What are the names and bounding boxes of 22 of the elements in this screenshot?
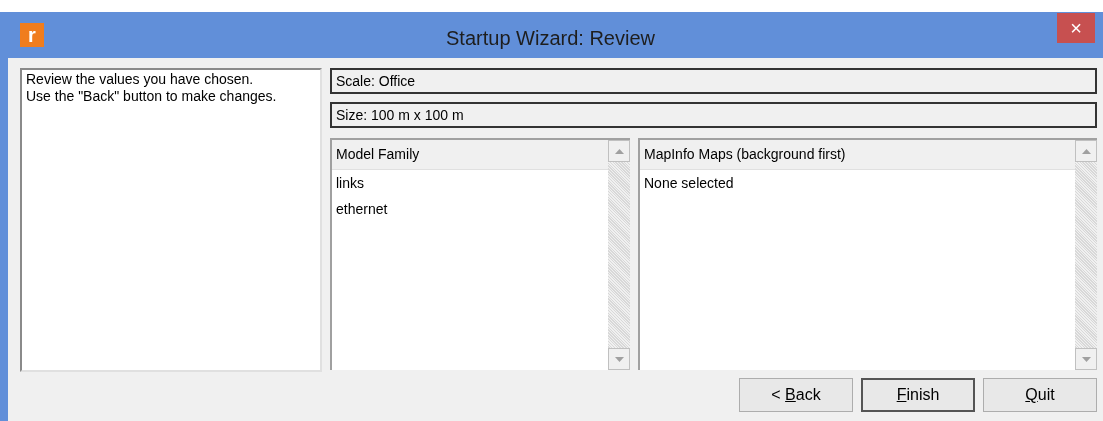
dialog-button[interactable]: < Back (739, 378, 853, 412)
list-item[interactable]: ethernet (332, 196, 608, 222)
scroll-down-icon (1081, 356, 1091, 362)
instructions-text: Review the values you have chosen. Use the "Back" button to make changes. (26, 71, 278, 105)
scrollbar[interactable] (608, 140, 630, 370)
scroll-down-icon (614, 356, 624, 362)
list-item[interactable]: links (332, 170, 608, 196)
list-item[interactable]: None selected (640, 170, 1075, 196)
window-title: Startup Wizard: Review (445, 26, 656, 51)
summary-field: Size: 100 m x 100 m (330, 102, 1097, 128)
close-button[interactable]: × (1057, 13, 1095, 43)
dialog-button[interactable]: Quit (983, 378, 1097, 412)
list-box[interactable]: MapInfo Maps (background first) None selected (638, 138, 1097, 370)
list-header: Model Family (332, 140, 608, 170)
list-header: MapInfo Maps (background first) (640, 140, 1075, 170)
app-icon: r (20, 23, 44, 47)
list-box[interactable]: Model Family links ethernet (330, 138, 630, 370)
scroll-up-icon (614, 148, 624, 154)
dialog-button[interactable]: Finish (861, 378, 975, 412)
scroll-up-icon (1081, 148, 1091, 154)
scrollbar[interactable] (1075, 140, 1097, 370)
summary-field: Scale: Office (330, 68, 1097, 94)
